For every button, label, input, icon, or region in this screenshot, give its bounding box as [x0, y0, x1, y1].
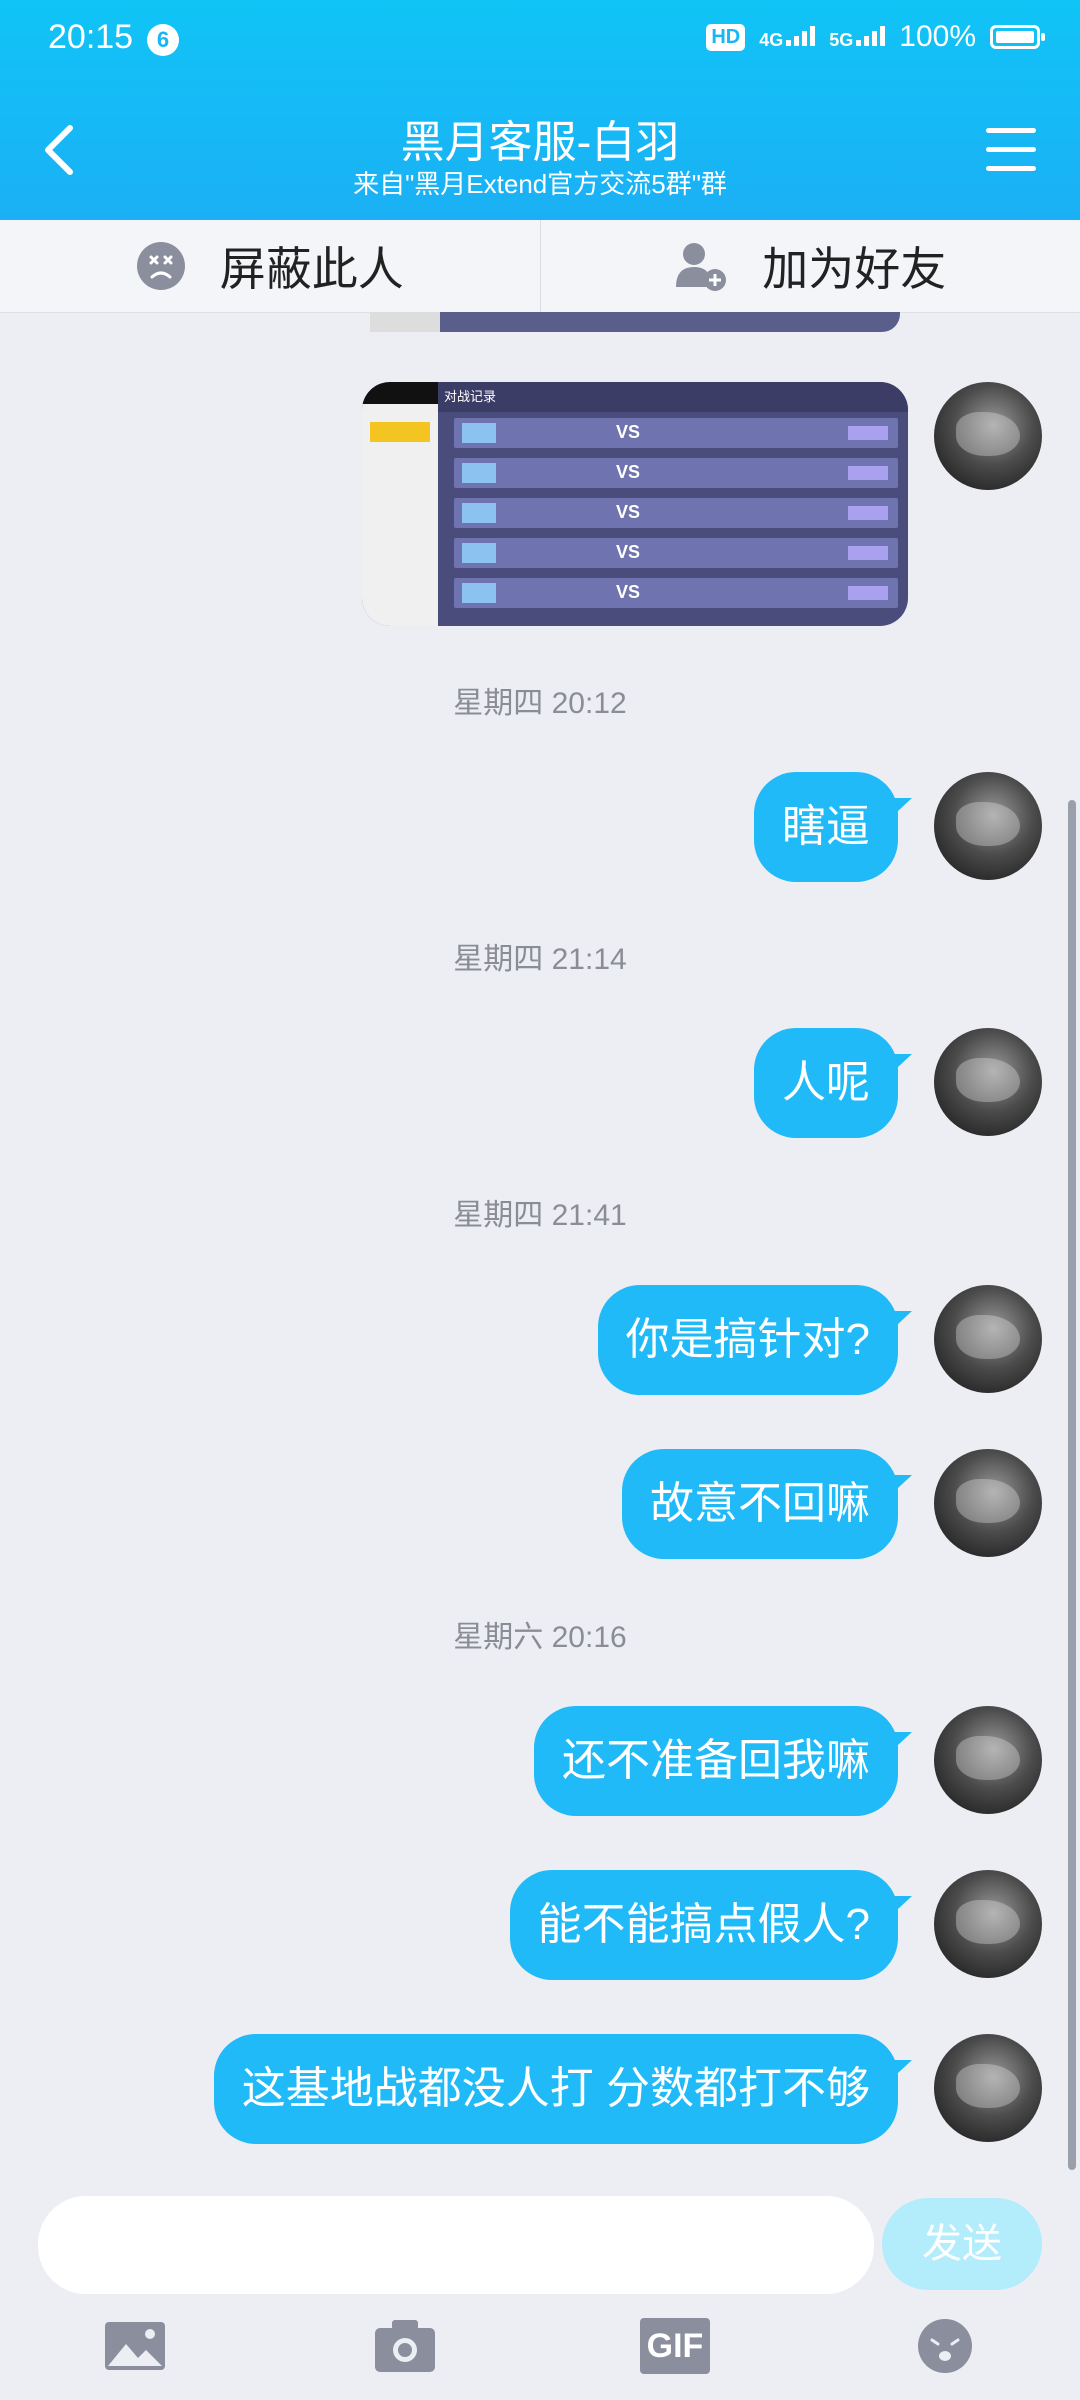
- add-friend-button[interactable]: 加为好友: [539, 220, 1080, 312]
- notification-badge: 6: [147, 24, 179, 56]
- block-face-icon: [136, 242, 185, 290]
- input-bar: 发送 GIF: [0, 2188, 1080, 2400]
- message-bubble[interactable]: 还不准备回我嘛: [534, 1706, 898, 1816]
- avatar[interactable]: [934, 1285, 1042, 1393]
- page-subtitle: 来自"黑月Extend官方交流5群"群: [353, 169, 727, 199]
- emoji-icon[interactable]: [914, 2318, 976, 2374]
- image-icon[interactable]: [104, 2318, 166, 2374]
- avatar[interactable]: [934, 2034, 1042, 2142]
- menu-icon[interactable]: [986, 128, 1036, 172]
- title-bar: 20:15 6 HD 4G 5G 100% 黑月客服-白羽 来自"黑月Exten…: [0, 0, 1080, 220]
- message-bubble[interactable]: 你是搞针对?: [597, 1285, 898, 1395]
- block-user-label: 屏蔽此人: [219, 243, 404, 295]
- camera-icon[interactable]: [374, 2318, 436, 2374]
- avatar[interactable]: [934, 1706, 1042, 1814]
- avatar[interactable]: [934, 1870, 1042, 1978]
- timestamp: 星期四 21:14: [453, 943, 627, 976]
- action-bar: 屏蔽此人 加为好友: [0, 220, 1080, 313]
- chat-message-list[interactable]: 对战记录 VS VS VS VS VS 星期四 20:12 瞎逼 星期四 21:…: [0, 312, 1080, 2188]
- image-header-text: 对战记录: [444, 389, 497, 404]
- scrollbar[interactable]: [1068, 800, 1076, 2170]
- block-user-button[interactable]: 屏蔽此人: [0, 220, 540, 312]
- message-bubble[interactable]: 人呢: [754, 1028, 898, 1138]
- hd-icon: HD: [706, 23, 746, 51]
- image-message[interactable]: 对战记录 VS VS VS VS VS: [362, 382, 908, 626]
- message-bubble[interactable]: 故意不回嘛: [622, 1449, 898, 1559]
- add-friend-label: 加为好友: [762, 243, 947, 295]
- vs-label: VS: [616, 502, 641, 522]
- message-input[interactable]: [38, 2196, 874, 2294]
- signal-5g-icon: 5G: [829, 24, 886, 51]
- vs-label: VS: [616, 582, 641, 602]
- timestamp: 星期四 21:41: [453, 1199, 627, 1232]
- message-bubble[interactable]: 能不能搞点假人?: [509, 1870, 898, 1980]
- battery-level: 100%: [899, 20, 976, 53]
- avatar[interactable]: [934, 382, 1042, 490]
- message-row: 人呢: [0, 1028, 1080, 1138]
- message-bubble[interactable]: 瞎逼: [754, 772, 898, 882]
- vs-label: VS: [616, 422, 641, 442]
- previous-image-message[interactable]: [370, 312, 900, 332]
- message-row: 这基地战都没人打 分数都打不够: [0, 2034, 1080, 2144]
- timestamp: 星期六 20:16: [453, 1621, 627, 1654]
- gif-icon[interactable]: GIF: [640, 2318, 710, 2374]
- avatar[interactable]: [934, 1028, 1042, 1136]
- vs-label: VS: [616, 462, 641, 482]
- avatar[interactable]: [934, 1449, 1042, 1557]
- add-user-icon: [676, 243, 727, 291]
- signal-4g-icon: 4G: [759, 24, 816, 51]
- send-button[interactable]: 发送: [882, 2198, 1042, 2290]
- message-bubble[interactable]: 这基地战都没人打 分数都打不够: [213, 2034, 898, 2144]
- message-row: 故意不回嘛: [0, 1449, 1080, 1559]
- battery-icon: [990, 25, 1045, 49]
- status-icons: HD 4G 5G 100%: [706, 20, 1045, 54]
- vs-label: VS: [616, 542, 641, 562]
- status-time: 20:15: [48, 18, 134, 56]
- avatar[interactable]: [934, 772, 1042, 880]
- message-row: 还不准备回我嘛: [0, 1706, 1080, 1816]
- message-row: 你是搞针对?: [0, 1285, 1080, 1395]
- page-title: 黑月客服-白羽: [400, 118, 680, 167]
- message-row: 能不能搞点假人?: [0, 1870, 1080, 1980]
- timestamp: 星期四 20:12: [453, 687, 627, 720]
- message-row: 瞎逼: [0, 772, 1080, 882]
